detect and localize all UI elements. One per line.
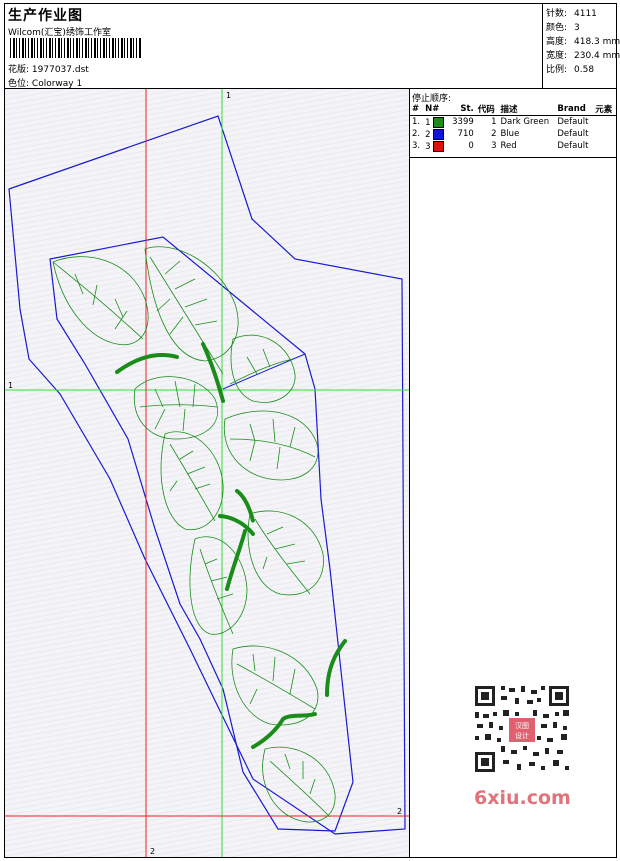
col-header: # (410, 103, 424, 116)
design-preview: 1 1 2 2 (5, 89, 410, 857)
stat-height: 高度: 418.3 mm (546, 37, 620, 47)
barcode-icon (10, 38, 142, 58)
seal-text-top: 汉图 (515, 722, 529, 730)
color-swatch (433, 140, 445, 152)
color-swatch (433, 128, 445, 140)
colorway: 色位: Colorway 1 (8, 76, 82, 89)
col-header: St. (448, 103, 476, 116)
table-row: 3. 3 0 3 Red Default (412, 140, 589, 152)
embroidery-drawing (5, 89, 409, 857)
stop-sequence-table: # N# St. 代码 描述 Brand 元素 1. 1 3399 1 Dark… (410, 103, 616, 152)
site-watermark: 6xiu.com (474, 787, 571, 809)
color-swatch (433, 116, 445, 128)
page-title: 生产作业图 (8, 8, 83, 24)
col-header: 代码 (475, 103, 499, 116)
col-header: N# (423, 103, 449, 116)
guide-label-left: 1 (8, 381, 14, 390)
table-header-row: # N# St. 代码 描述 Brand 元素 (410, 103, 616, 116)
stem-group (115, 342, 347, 749)
guide-label-bottom: 2 (150, 847, 156, 856)
table-row: 1. 1 3399 1 Dark Green Default (412, 116, 589, 128)
stat-scale: 比例: 0.58 (546, 65, 595, 75)
header-info: 生产作业图 Wilcom(汇宝)绣饰工作室 花版: 1977037.dst 色位… (5, 4, 543, 89)
seal-text-bottom: 设计 (515, 731, 529, 740)
stat-width: 宽度: 230.4 mm (546, 51, 620, 61)
col-header: Brand (555, 103, 594, 116)
colorway-value: Colorway 1 (31, 79, 83, 89)
design-file: 花版: 1977037.dst (8, 62, 89, 75)
guide-label-top: 1 (226, 91, 232, 100)
stat-colors: 颜色: 3 (546, 23, 580, 33)
design-outline (49, 236, 354, 832)
col-header: 描述 (498, 103, 556, 116)
qr-code-icon: 汉图 设计 (467, 680, 577, 780)
design-label: 花版: (8, 65, 30, 75)
col-header: 元素 (593, 103, 616, 116)
design-value: 1977037.dst (31, 65, 89, 75)
guide-label-right: 2 (397, 807, 403, 816)
garment-outline (8, 115, 406, 835)
header-stats: 针数: 4111 颜色: 3 高度: 418.3 mm 宽度: 230.4 mm 比例:… (543, 4, 620, 89)
table-row: 2. 2 710 2 Blue Default (412, 128, 589, 140)
leaf-group (52, 246, 336, 823)
table-divider (410, 157, 616, 158)
company-name: Wilcom(汇宝)绣饰工作室 (8, 28, 111, 38)
stat-stitches: 针数: 4111 (546, 9, 597, 19)
colorway-label: 色位: (8, 79, 30, 89)
